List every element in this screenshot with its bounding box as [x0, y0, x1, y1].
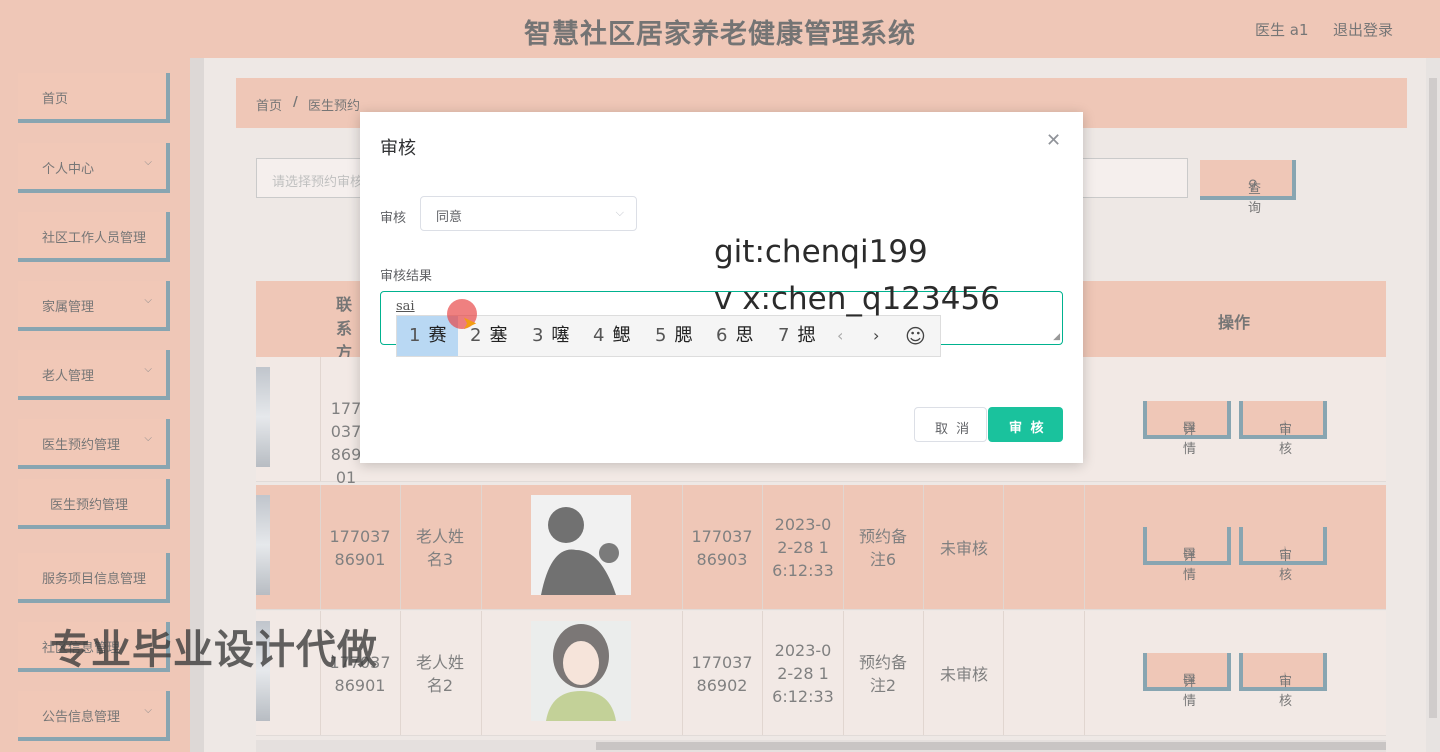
chevron-left-icon[interactable]: ‹: [837, 316, 843, 356]
ime-candidate-bar: 1赛 2塞 3噻 4鳃 5腮 6思 7揌 ‹ › ☺: [396, 315, 941, 357]
mouse-cursor-icon: ➤: [462, 313, 478, 334]
watermark-line1: git:chenqi199: [714, 234, 928, 270]
close-icon[interactable]: ✕: [1046, 130, 1061, 151]
ime-candidate[interactable]: 6思: [716, 316, 753, 356]
watermark-line2: v x:chen_q123456: [714, 281, 1000, 317]
resize-grip-icon[interactable]: ◢: [1053, 332, 1060, 342]
emoji-icon[interactable]: ☺: [905, 316, 926, 356]
ime-candidate[interactable]: 5腮: [655, 316, 692, 356]
audit-select[interactable]: 同意 ⌵: [420, 196, 637, 231]
ime-candidate[interactable]: 4鳃: [593, 316, 630, 356]
dialog-title: 审核: [380, 138, 416, 159]
confirm-label: 审 核: [1009, 421, 1046, 436]
audit-label: 审核: [380, 211, 407, 226]
composition-text: sai: [396, 299, 415, 314]
chevron-right-icon[interactable]: ›: [873, 316, 879, 356]
audit-select-value: 同意: [436, 210, 463, 225]
cancel-label: 取 消: [935, 422, 972, 437]
chevron-down-icon: ⌵: [615, 206, 624, 219]
confirm-audit-button[interactable]: 审 核: [988, 407, 1063, 442]
ime-candidate[interactable]: 7揌: [778, 316, 815, 356]
result-label: 审核结果: [380, 269, 433, 284]
cancel-button[interactable]: 取 消: [914, 407, 987, 442]
ime-candidate[interactable]: 3噻: [532, 316, 569, 356]
watermark-banner: 专业毕业设计代做: [50, 627, 378, 673]
